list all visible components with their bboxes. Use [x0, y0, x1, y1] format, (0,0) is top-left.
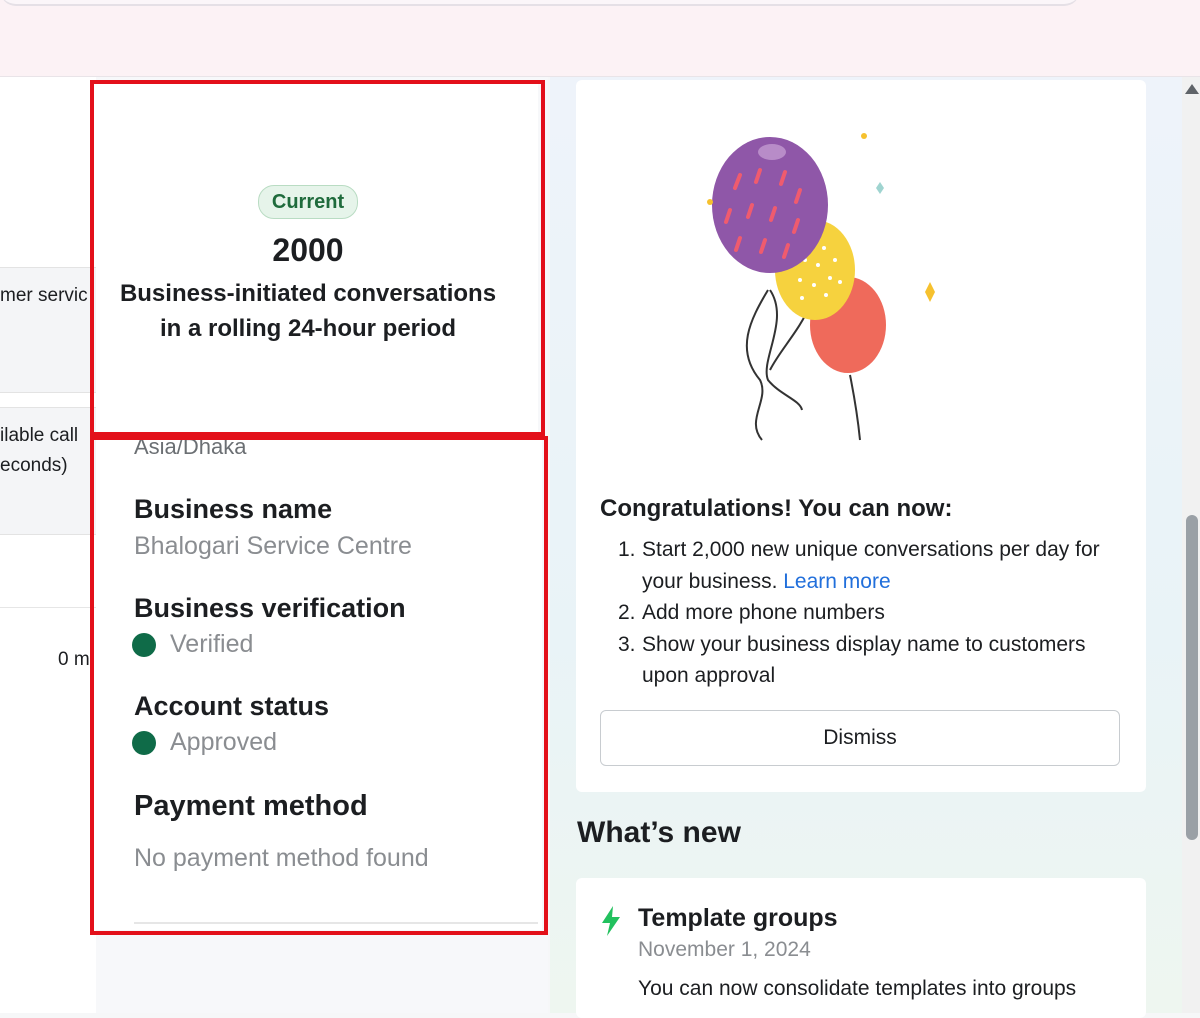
list-item-text: Start 2,000 new unique conversations per…	[642, 534, 1118, 597]
left-cut-text-4: 0 m	[58, 649, 90, 670]
balloons-illustration	[707, 133, 935, 441]
news-item-body: You can now consolidate templates into g…	[638, 977, 1077, 1000]
list-item-number: 2.	[618, 601, 636, 624]
highlight-box-limit	[90, 80, 545, 436]
search-bar-edge[interactable]	[0, 0, 1080, 6]
congratulations-list: 1. Start 2,000 new unique conversations …	[618, 534, 1118, 692]
whats-new-heading: What’s new	[577, 816, 741, 849]
list-item: 3. Show your business display name to cu…	[618, 629, 1118, 692]
dismiss-button[interactable]: Dismiss	[600, 710, 1120, 766]
left-panel: mer servic ilable call econds) 0 m	[0, 77, 96, 1013]
left-cut-text-1: mer servic	[0, 285, 88, 306]
news-item-date: November 1, 2024	[638, 938, 811, 961]
left-divider	[0, 607, 96, 608]
browser-top-area	[0, 0, 1200, 77]
highlight-box-business-info	[90, 436, 548, 935]
list-item: 1. Start 2,000 new unique conversations …	[618, 534, 1118, 597]
list-item-2-text: Add more phone numbers	[642, 601, 885, 624]
learn-more-link[interactable]: Learn more	[783, 570, 890, 593]
list-item: 2. Add more phone numbers	[618, 597, 1118, 629]
scroll-up-arrow-icon[interactable]	[1185, 84, 1199, 94]
scrollbar-thumb[interactable]	[1186, 515, 1198, 840]
left-cut-text-2: ilable call	[0, 425, 79, 446]
list-item-number: 3.	[618, 632, 636, 656]
congratulations-title: Congratulations! You can now:	[600, 495, 953, 522]
left-cut-text-3: econds)	[0, 455, 68, 476]
list-item-3-text: Show your business display name to custo…	[642, 632, 1086, 688]
news-item-title[interactable]: Template groups	[638, 904, 838, 933]
list-item-number: 1.	[618, 538, 636, 561]
lightning-bolt-icon	[602, 906, 620, 936]
